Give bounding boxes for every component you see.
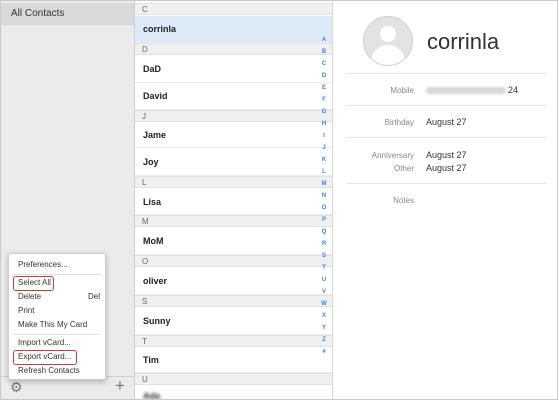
index-letter[interactable]: J — [320, 145, 328, 151]
add-contact-icon[interactable]: + — [115, 377, 129, 394]
index-letter[interactable]: X — [320, 313, 328, 319]
highlight-box — [13, 350, 77, 365]
index-letter[interactable]: N — [320, 193, 328, 199]
mobile-label: Mobile — [390, 86, 414, 95]
contacts-window: All Contacts ⚙ + Preferences... Select A… — [0, 0, 558, 400]
index-letter[interactable]: F — [320, 97, 328, 103]
divider — [346, 137, 546, 138]
index-letter[interactable]: C — [320, 61, 328, 67]
contact-row[interactable]: Tim — [135, 348, 332, 373]
menu-item-preferences[interactable]: Preferences... — [18, 259, 68, 271]
notes-label: Notes — [393, 196, 414, 205]
index-letter[interactable]: D — [320, 73, 328, 79]
index-letter[interactable]: W — [320, 301, 328, 307]
contact-row[interactable]: Ada — [135, 386, 332, 399]
index-letter[interactable]: H — [320, 121, 328, 127]
index-letter[interactable]: Y — [320, 325, 328, 331]
section-header: T — [135, 335, 332, 347]
birthday-label: Birthday — [384, 118, 414, 127]
gear-icon[interactable]: ⚙ — [10, 380, 24, 394]
menu-item-refresh-contacts[interactable]: Refresh Contacts — [18, 365, 80, 377]
contact-row[interactable]: Lisa — [135, 189, 332, 215]
index-letter[interactable]: G — [320, 109, 328, 115]
section-header: D — [135, 43, 332, 55]
contact-row[interactable]: MoM — [135, 228, 332, 255]
index-letter[interactable]: # — [320, 349, 328, 355]
index-letter[interactable]: O — [320, 205, 328, 211]
redacted-number — [426, 87, 506, 95]
index-letter[interactable]: L — [320, 169, 328, 175]
sidebar-item-all-contacts[interactable]: All Contacts — [1, 3, 134, 25]
contact-row[interactable]: Sunny — [135, 308, 332, 335]
section-header: L — [135, 176, 332, 188]
other-date-value: August 27 — [426, 163, 467, 173]
index-letter[interactable]: P — [320, 217, 328, 223]
contact-row[interactable]: David — [135, 83, 332, 110]
contact-row[interactable]: DaD — [135, 56, 332, 83]
mobile-suffix: 24 — [508, 85, 519, 95]
menu-item-import-vcard[interactable]: Import vCard... — [18, 337, 71, 349]
index-letter[interactable]: B — [320, 49, 328, 55]
index-letter[interactable]: I — [320, 133, 328, 139]
highlight-box — [13, 276, 54, 291]
contact-name: corrinla — [427, 29, 500, 54]
divider — [346, 105, 546, 106]
index-letter[interactable]: K — [320, 157, 328, 163]
contact-list: C corrinla D DaD David J Jame Joy L Lisa… — [135, 1, 333, 399]
section-header: M — [135, 215, 332, 227]
menu-item-delete-shortcut: Del — [88, 292, 101, 301]
menu-item-print[interactable]: Print — [18, 305, 34, 317]
menu-separator — [13, 274, 101, 275]
contact-row[interactable]: oliver — [135, 268, 332, 295]
menu-item-delete[interactable]: Delete Del — [18, 291, 102, 303]
mobile-value[interactable]: 24 — [426, 85, 518, 95]
birthday-value: August 27 — [426, 117, 467, 127]
settings-menu: Preferences... Select All Delete Del Pri… — [8, 253, 106, 380]
index-letter[interactable]: V — [320, 289, 328, 295]
index-letter[interactable]: E — [320, 85, 328, 91]
other-date-label: Other — [393, 164, 414, 173]
index-letter[interactable]: U — [320, 277, 328, 283]
menu-item-delete-label: Delete — [18, 292, 42, 301]
divider — [346, 73, 546, 74]
section-header: S — [135, 295, 332, 307]
avatar-body-shape — [371, 45, 405, 65]
anniversary-value: August 27 — [426, 150, 467, 160]
section-header: C — [135, 3, 332, 15]
index-letter[interactable]: M — [320, 181, 328, 187]
menu-separator — [13, 334, 101, 335]
section-header: J — [135, 110, 332, 122]
index-letter[interactable]: Z — [320, 337, 328, 343]
section-header: U — [135, 373, 332, 385]
index-letter[interactable]: Q — [320, 229, 328, 235]
contact-row[interactable]: corrinla — [135, 16, 332, 43]
index-letter[interactable]: A — [320, 37, 328, 43]
section-header: O — [135, 255, 332, 267]
menu-item-make-my-card[interactable]: Make This My Card — [18, 319, 87, 331]
avatar[interactable] — [363, 16, 413, 66]
index-letter[interactable]: R — [320, 241, 328, 247]
contact-row[interactable]: Jame — [135, 123, 332, 148]
anniversary-label: Anniversary — [371, 151, 414, 160]
contact-row[interactable]: Joy — [135, 148, 332, 176]
index-letter[interactable]: S — [320, 253, 328, 259]
divider — [346, 183, 546, 184]
avatar-head-shape — [380, 26, 396, 42]
index-letter[interactable]: T — [320, 265, 328, 271]
